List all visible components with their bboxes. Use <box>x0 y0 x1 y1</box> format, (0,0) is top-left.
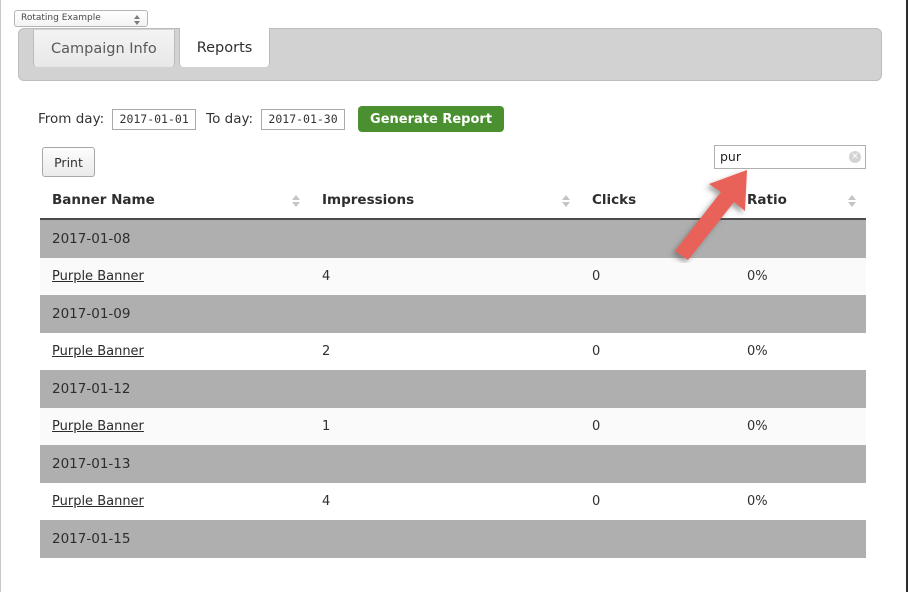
column-header-ratio[interactable]: Ratio <box>735 183 866 220</box>
table-group-row: 2017-01-08 <box>40 219 866 258</box>
tab-reports[interactable]: Reports <box>178 28 271 67</box>
banner-name-link[interactable]: Purple Banner <box>52 419 144 434</box>
table-group-row: 2017-01-15 <box>40 520 866 558</box>
banner-name-link[interactable]: Purple Banner <box>52 269 144 284</box>
column-header-banner-name-label: Banner Name <box>52 192 155 208</box>
print-button[interactable]: Print <box>42 147 95 177</box>
cell-clicks: 0 <box>580 333 735 370</box>
date-filter-bar: From day: 2017-01-01 To day: 2017-01-30 … <box>38 105 505 133</box>
sort-arrows-icon[interactable] <box>562 194 570 208</box>
cell-clicks: 0 <box>580 258 735 295</box>
table-group-row: 2017-01-12 <box>40 370 866 408</box>
column-header-impressions[interactable]: Impressions <box>310 183 580 220</box>
cell-banner-name: Purple Banner <box>40 258 310 295</box>
group-date-label: 2017-01-15 <box>40 520 866 558</box>
from-day-label: From day: <box>38 111 105 127</box>
tab-reports-label: Reports <box>196 39 253 56</box>
cell-banner-name: Purple Banner <box>40 333 310 370</box>
sort-arrows-icon[interactable] <box>292 194 300 208</box>
page-root: Rotating Example Campaign Info Reports F… <box>0 0 908 592</box>
report-table-wrapper: Banner Name Impressions Clicks Ratio 201… <box>40 183 866 558</box>
table-group-row: 2017-01-09 <box>40 295 866 333</box>
cell-clicks: 0 <box>580 483 735 520</box>
report-table-head: Banner Name Impressions Clicks Ratio <box>40 183 866 220</box>
cell-ratio: 0% <box>735 483 866 520</box>
cell-impressions: 4 <box>310 483 580 520</box>
cell-ratio: 0% <box>735 258 866 295</box>
tab-panel: Campaign Info Reports <box>18 28 882 81</box>
stepper-updown-icon <box>133 13 140 26</box>
tab-campaign-info[interactable]: Campaign Info <box>33 30 175 67</box>
search-box: pur ✕ <box>714 145 866 169</box>
to-day-label: To day: <box>206 111 254 127</box>
sort-arrows-icon[interactable] <box>848 194 856 208</box>
campaign-selector-value: Rotating Example <box>21 13 101 23</box>
cell-banner-name: Purple Banner <box>40 483 310 520</box>
to-day-input[interactable]: 2017-01-30 <box>261 108 346 130</box>
column-header-ratio-label: Ratio <box>747 192 787 208</box>
banner-name-link[interactable]: Purple Banner <box>52 494 144 509</box>
report-table-body: 2017-01-08 Purple Banner 4 0 0% 2017-01-09 Pur… <box>40 219 866 558</box>
table-row: Purple Banner 4 0 0% <box>40 258 866 295</box>
generate-report-button[interactable]: Generate Report <box>358 106 505 132</box>
cell-ratio: 0% <box>735 333 866 370</box>
group-date-label: 2017-01-08 <box>40 219 866 258</box>
table-header-row: Banner Name Impressions Clicks Ratio <box>40 183 866 220</box>
cell-impressions: 1 <box>310 408 580 445</box>
search-input[interactable]: pur <box>714 145 866 169</box>
group-date-label: 2017-01-13 <box>40 445 866 483</box>
table-group-row: 2017-01-13 <box>40 445 866 483</box>
clear-circle-icon[interactable]: ✕ <box>849 151 861 163</box>
group-date-label: 2017-01-09 <box>40 295 866 333</box>
campaign-selector[interactable]: Rotating Example <box>14 10 148 27</box>
column-header-clicks-label: Clicks <box>592 192 637 208</box>
tab-campaign-info-label: Campaign Info <box>51 40 157 57</box>
cell-impressions: 4 <box>310 258 580 295</box>
cell-clicks: 0 <box>580 408 735 445</box>
sort-arrows-icon[interactable] <box>717 194 725 208</box>
table-row: Purple Banner 1 0 0% <box>40 408 866 445</box>
window-left-border <box>0 0 1 592</box>
table-row: Purple Banner 2 0 0% <box>40 333 866 370</box>
cell-ratio: 0% <box>735 408 866 445</box>
column-header-impressions-label: Impressions <box>322 192 415 208</box>
table-row: Purple Banner 4 0 0% <box>40 483 866 520</box>
group-date-label: 2017-01-12 <box>40 370 866 408</box>
column-header-banner-name[interactable]: Banner Name <box>40 183 310 220</box>
report-table: Banner Name Impressions Clicks Ratio 201… <box>40 183 866 558</box>
column-header-clicks[interactable]: Clicks <box>580 183 735 220</box>
cell-impressions: 2 <box>310 333 580 370</box>
banner-name-link[interactable]: Purple Banner <box>52 344 144 359</box>
cell-banner-name: Purple Banner <box>40 408 310 445</box>
from-day-input[interactable]: 2017-01-01 <box>112 108 197 130</box>
tab-list: Campaign Info Reports <box>33 28 271 67</box>
